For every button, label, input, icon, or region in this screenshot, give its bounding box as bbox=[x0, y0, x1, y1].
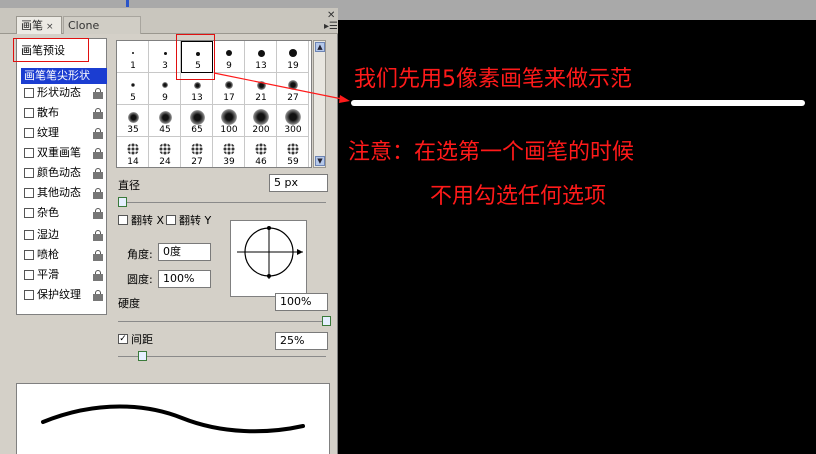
annotation-line-3: 不用勾选任何选项 bbox=[430, 184, 607, 209]
annotation-line-2: 注意：在选第一个画笔的时候 bbox=[348, 140, 635, 165]
sample-stroke-line bbox=[351, 100, 805, 106]
annotation-line-1: 我们先用5像素画笔来做示范 bbox=[354, 67, 632, 92]
